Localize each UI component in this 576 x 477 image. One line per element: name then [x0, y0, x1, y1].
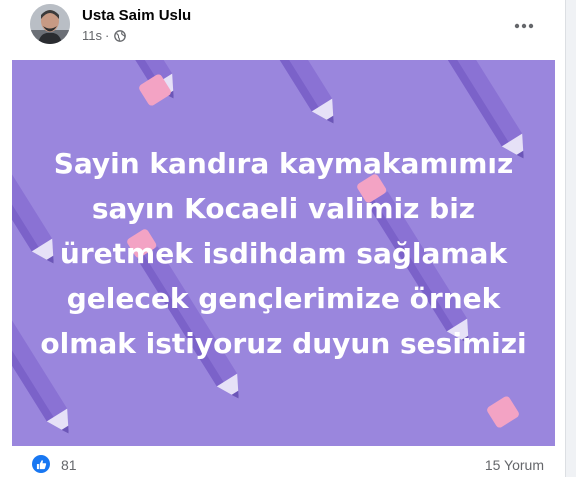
like-icon[interactable]: [32, 455, 50, 473]
post-header: Usta Saim Uslu 11s ·: [0, 0, 566, 56]
post-text-container: Sayin kandıra kaymakamımız sayın Kocaeli…: [12, 60, 555, 446]
post-text: Sayin kandıra kaymakamımız sayın Kocaeli…: [40, 146, 527, 360]
more-horizontal-icon: [514, 23, 534, 29]
meta-separator: ·: [105, 28, 110, 43]
post-meta: 11s ·: [82, 28, 127, 43]
post-card: Usta Saim Uslu 11s · Sayin kandıra kayma…: [0, 0, 566, 477]
author-name[interactable]: Usta Saim Uslu: [82, 7, 191, 24]
more-options-button[interactable]: [508, 10, 540, 42]
reaction-count[interactable]: 81: [61, 457, 77, 473]
comment-count-link[interactable]: 15 Yorum: [485, 457, 544, 473]
globe-icon: [114, 29, 127, 42]
post-background[interactable]: Sayin kandıra kaymakamımız sayın Kocaeli…: [12, 60, 555, 446]
post-footer: 81 15 Yorum: [0, 446, 566, 477]
avatar-image: [30, 4, 70, 44]
avatar[interactable]: [30, 4, 70, 44]
post-time[interactable]: 11s: [82, 28, 102, 43]
